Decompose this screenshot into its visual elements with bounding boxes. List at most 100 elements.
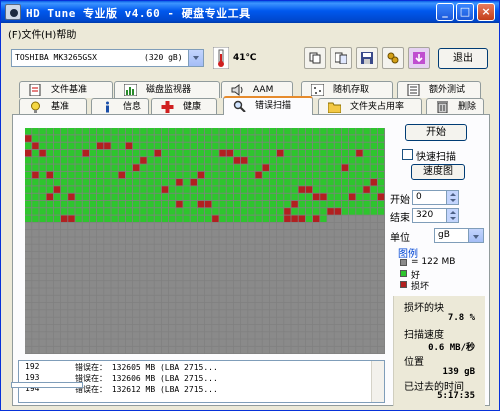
block-cell	[125, 222, 133, 230]
block-cell	[68, 230, 75, 237]
block-cell	[370, 149, 377, 157]
save-button[interactable]	[356, 47, 378, 69]
start-scan-button[interactable]: 开始	[405, 124, 467, 141]
options-button[interactable]	[382, 47, 404, 69]
block-cell	[255, 346, 262, 354]
log-scrollbar[interactable]	[371, 361, 384, 402]
block-cell	[82, 317, 89, 325]
block-cell	[89, 149, 97, 157]
end-value-field[interactable]: 320	[412, 208, 459, 223]
tab-extra-tests[interactable]: 额外测试	[397, 81, 481, 98]
block-cell	[334, 302, 341, 310]
block-cell	[241, 295, 248, 303]
block-cell	[154, 179, 161, 186]
block-cell	[53, 237, 61, 244]
info-icon	[106, 101, 109, 113]
download-button[interactable]	[408, 47, 430, 69]
block-cell	[32, 302, 39, 310]
block-cell	[298, 273, 305, 281]
block-cell	[305, 310, 313, 317]
block-cell	[241, 164, 248, 171]
block-cell	[349, 332, 356, 339]
block-cell	[233, 244, 241, 252]
unit-select[interactable]: gB	[434, 228, 484, 243]
block-cell	[140, 332, 147, 339]
block-cell	[313, 295, 320, 303]
block-cell	[140, 200, 147, 208]
block-cell	[269, 200, 277, 208]
block-cell	[205, 339, 212, 346]
block-cell	[370, 193, 377, 201]
block-cell	[140, 281, 147, 288]
block-cell	[320, 193, 327, 201]
quick-scan-checkbox[interactable]	[402, 149, 413, 160]
tab-disk-monitor[interactable]: 磁盘监视器	[114, 81, 220, 98]
title-bar[interactable]: HD Tune 专业版 v4.60 - 硬盘专业工具 _ □ ×	[1, 1, 499, 23]
block-cell	[233, 310, 241, 317]
block-cell	[363, 200, 370, 208]
block-cell	[176, 230, 183, 237]
exit-button[interactable]: 退出	[438, 48, 488, 69]
block-cell	[377, 208, 385, 215]
block-cell	[334, 179, 341, 186]
copy-info-button[interactable]	[304, 47, 326, 69]
tab-random-access[interactable]: 随机存取	[301, 81, 393, 98]
tab-folder-usage[interactable]: 文件夹占用率	[318, 98, 422, 115]
block-cell	[248, 266, 255, 274]
block-cell	[363, 186, 370, 193]
block-cell	[284, 266, 291, 274]
block-cell	[291, 208, 298, 215]
block-cell	[190, 135, 197, 142]
block-cell	[219, 346, 226, 354]
extra-tests-icon	[407, 84, 420, 96]
block-cell	[125, 193, 133, 201]
block-cell	[147, 149, 154, 157]
block-cell	[313, 171, 320, 179]
block-cell	[183, 288, 190, 295]
tab-error-scan[interactable]: 错误扫描	[223, 96, 313, 115]
block-cell	[219, 281, 226, 288]
block-cell	[370, 266, 377, 274]
block-cell	[75, 288, 82, 295]
block-cell	[89, 179, 97, 186]
maximize-button[interactable]: □	[456, 3, 474, 21]
chevron-down-icon[interactable]	[188, 50, 203, 66]
tab-health[interactable]: 健康	[151, 98, 217, 115]
block-cell	[53, 208, 61, 215]
tab-benchmark[interactable]: 基准	[19, 98, 87, 115]
close-button[interactable]: ×	[477, 3, 495, 21]
block-cell	[161, 281, 169, 288]
block-cell	[118, 171, 125, 179]
copy-screenshot-button[interactable]	[330, 47, 352, 69]
block-cell	[349, 128, 356, 135]
end-spinner[interactable]	[446, 209, 458, 222]
tab-erase[interactable]: 删除	[426, 98, 484, 115]
block-cell	[104, 171, 111, 179]
block-cell	[349, 142, 356, 150]
menu-help[interactable]: (H)帮助	[41, 26, 76, 41]
start-value-field[interactable]: 0	[412, 190, 459, 205]
block-cell	[111, 310, 118, 317]
block-cell	[341, 281, 349, 288]
chevron-down-icon[interactable]	[468, 229, 483, 242]
speed-map-button[interactable]: 速度图	[411, 164, 465, 180]
tab-label: 磁盘监视器	[146, 85, 192, 95]
block-cell	[248, 324, 255, 332]
block-cell	[248, 222, 255, 230]
block-cell	[334, 230, 341, 237]
block-cell	[53, 179, 61, 186]
tab-file-benchmark[interactable]: 文件基准	[19, 81, 113, 98]
block-cell	[169, 164, 176, 171]
start-spinner[interactable]	[446, 191, 458, 204]
minimize-button[interactable]: _	[436, 3, 454, 21]
block-cell	[219, 259, 226, 266]
block-cell	[305, 149, 313, 157]
block-cell	[147, 317, 154, 325]
drive-select[interactable]: TOSHIBA MK3265GSX (320 gB)	[11, 49, 204, 67]
block-cell	[61, 171, 68, 179]
block-cell	[133, 346, 140, 354]
block-cell	[176, 251, 183, 259]
block-cell	[89, 208, 97, 215]
menu-file[interactable]: (F)文件	[8, 26, 42, 41]
tab-info[interactable]: 信息	[91, 98, 149, 115]
